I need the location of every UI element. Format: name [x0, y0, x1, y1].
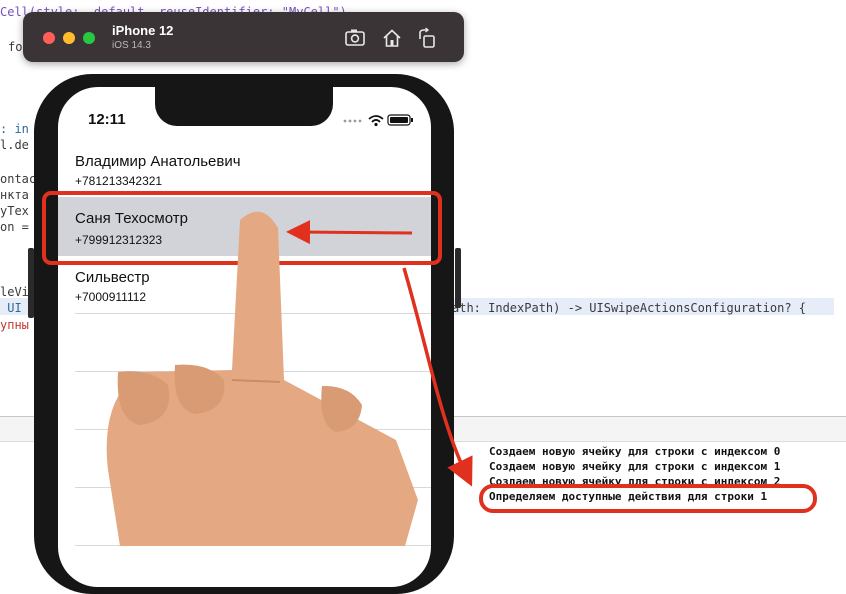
connector-arrow	[402, 267, 473, 487]
swipe-arrow	[286, 220, 413, 245]
highlight-box-console	[479, 484, 817, 513]
annotation-overlay	[42, 191, 817, 546]
